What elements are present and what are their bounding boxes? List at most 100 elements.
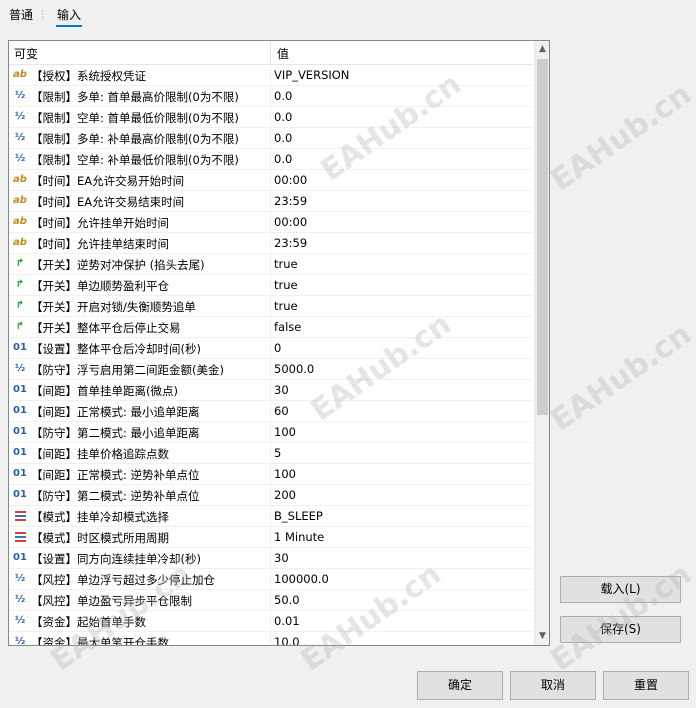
- column-header-value[interactable]: 值: [277, 45, 289, 62]
- column-divider[interactable]: [270, 41, 271, 64]
- table-row[interactable]: 01 【设置】同方向连续挂单冷却(秒) 30: [9, 548, 533, 569]
- parameter-value[interactable]: 10.0: [274, 635, 300, 645]
- reset-button[interactable]: 重置: [603, 671, 689, 700]
- double-type-icon: ½: [14, 363, 26, 374]
- table-row[interactable]: 01 【间距】正常模式: 最小追单距离 60: [9, 401, 533, 422]
- table-row[interactable]: ab 【授权】系统授权凭证 VIP_VERSION: [9, 65, 533, 86]
- table-row[interactable]: ↱ 【开关】整体平仓后停止交易 false: [9, 317, 533, 338]
- parameter-value[interactable]: false: [274, 320, 301, 334]
- parameter-name: 【设置】整体平仓后冷却时间(秒): [31, 342, 201, 356]
- table-row[interactable]: ½ 【防守】浮亏启用第二间距金额(美金) 5000.0: [9, 359, 533, 380]
- parameter-value[interactable]: 100: [274, 425, 296, 439]
- save-button[interactable]: 保存(S): [560, 616, 681, 643]
- parameter-name: 【间距】正常模式: 最小追单距离: [31, 405, 200, 419]
- double-type-icon: ½: [14, 615, 26, 626]
- scrollbar-thumb[interactable]: [537, 59, 548, 415]
- parameter-value[interactable]: true: [274, 278, 298, 292]
- scroll-up-arrow-icon[interactable]: ▲: [535, 41, 549, 58]
- parameter-value[interactable]: 0.0: [274, 89, 292, 103]
- parameter-value[interactable]: 5000.0: [274, 362, 314, 376]
- table-row[interactable]: ½ 【风控】单边浮亏超过多少停止加仓 100000.0: [9, 569, 533, 590]
- parameter-value[interactable]: B_SLEEP: [274, 509, 323, 523]
- cell-divider: [270, 401, 271, 422]
- cell-divider: [270, 338, 271, 359]
- parameter-value[interactable]: 50.0: [274, 593, 300, 607]
- table-row[interactable]: 01 【防守】第二模式: 逆势补单点位 200: [9, 485, 533, 506]
- table-row[interactable]: ½ 【资金】起始首单手数 0.01: [9, 611, 533, 632]
- table-row[interactable]: ↱ 【开关】开启对锁/失衡顺势追单 true: [9, 296, 533, 317]
- parameter-value[interactable]: 0.0: [274, 110, 292, 124]
- parameter-value[interactable]: VIP_VERSION: [274, 68, 349, 82]
- parameter-value[interactable]: 1 Minute: [274, 530, 324, 544]
- scroll-down-arrow-icon[interactable]: ▼: [535, 628, 549, 645]
- table-row[interactable]: ½ 【限制】空单: 补单最低价限制(0为不限) 0.0: [9, 149, 533, 170]
- parameter-name: 【模式】时区模式所用周期: [31, 531, 169, 545]
- integer-type-icon: 01: [13, 468, 27, 479]
- parameter-value[interactable]: 100: [274, 467, 296, 481]
- parameter-value[interactable]: 100000.0: [274, 572, 329, 586]
- parameter-name: 【设置】同方向连续挂单冷却(秒): [31, 552, 201, 566]
- parameter-value[interactable]: 23:59: [274, 236, 307, 250]
- parameter-value[interactable]: 0.0: [274, 131, 292, 145]
- parameter-value[interactable]: 23:59: [274, 194, 307, 208]
- table-row[interactable]: 【模式】时区模式所用周期 1 Minute: [9, 527, 533, 548]
- cell-divider: [270, 317, 271, 338]
- table-row[interactable]: 01 【间距】正常模式: 逆势补单点位 100: [9, 464, 533, 485]
- parameter-value[interactable]: true: [274, 257, 298, 271]
- bool-type-icon: ↱: [15, 258, 25, 269]
- table-row[interactable]: 【模式】挂单冷却模式选择 B_SLEEP: [9, 506, 533, 527]
- cell-divider: [270, 422, 271, 443]
- vertical-scrollbar[interactable]: ▲ ▼: [534, 41, 549, 645]
- table-row[interactable]: ½ 【限制】多单: 首单最高价限制(0为不限) 0.0: [9, 86, 533, 107]
- parameter-name: 【资金】起始首单手数: [31, 615, 146, 629]
- load-button[interactable]: 载入(L): [560, 576, 681, 603]
- parameter-value[interactable]: 60: [274, 404, 289, 418]
- parameter-value[interactable]: 00:00: [274, 173, 307, 187]
- parameter-name: 【限制】空单: 首单最低价限制(0为不限): [31, 111, 239, 125]
- integer-type-icon: 01: [13, 447, 27, 458]
- parameter-name: 【风控】单边浮亏超过多少停止加仓: [31, 573, 215, 587]
- double-type-icon: ½: [14, 132, 26, 143]
- table-row[interactable]: ½ 【风控】单边盈亏异步平仓限制 50.0: [9, 590, 533, 611]
- parameter-value[interactable]: 5: [274, 446, 281, 460]
- parameter-name: 【限制】多单: 补单最高价限制(0为不限): [31, 132, 239, 146]
- table-row[interactable]: ab 【时间】EA允许交易结束时间 23:59: [9, 191, 533, 212]
- parameter-value[interactable]: 0.01: [274, 614, 300, 628]
- parameter-value[interactable]: 0: [274, 341, 281, 355]
- parameter-name: 【时间】允许挂单开始时间: [31, 216, 169, 230]
- table-row[interactable]: ½ 【限制】空单: 首单最低价限制(0为不限) 0.0: [9, 107, 533, 128]
- table-row[interactable]: 01 【设置】整体平仓后冷却时间(秒) 0: [9, 338, 533, 359]
- ok-button[interactable]: 确定: [417, 671, 503, 700]
- parameter-value[interactable]: 30: [274, 551, 289, 565]
- tab-inputs[interactable]: 输入: [55, 6, 83, 27]
- parameter-value[interactable]: 0.0: [274, 152, 292, 166]
- grid-header: 可变 值: [9, 41, 533, 65]
- table-row[interactable]: ↱ 【开关】逆势对冲保护 (掐头去尾) true: [9, 254, 533, 275]
- cell-divider: [270, 65, 271, 86]
- table-row[interactable]: ½ 【限制】多单: 补单最高价限制(0为不限) 0.0: [9, 128, 533, 149]
- bool-type-icon: ↱: [15, 279, 25, 290]
- cancel-button[interactable]: 取消: [510, 671, 596, 700]
- parameter-name: 【防守】浮亏启用第二间距金额(美金): [31, 363, 224, 377]
- parameter-name: 【模式】挂单冷却模式选择: [31, 510, 169, 524]
- table-row[interactable]: ab 【时间】允许挂单开始时间 00:00: [9, 212, 533, 233]
- integer-type-icon: 01: [13, 489, 27, 500]
- parameter-name: 【间距】挂单价格追踪点数: [31, 447, 169, 461]
- parameter-value[interactable]: true: [274, 299, 298, 313]
- parameter-value[interactable]: 00:00: [274, 215, 307, 229]
- tab-common[interactable]: 普通: [9, 6, 33, 23]
- table-row[interactable]: 01 【间距】首单挂单距离(微点) 30: [9, 380, 533, 401]
- table-row[interactable]: ab 【时间】允许挂单结束时间 23:59: [9, 233, 533, 254]
- table-row[interactable]: ½ 【资金】最大单笔开仓手数 10.0: [9, 632, 533, 645]
- table-row[interactable]: 01 【防守】第二模式: 最小追单距离 100: [9, 422, 533, 443]
- cell-divider: [270, 506, 271, 527]
- integer-type-icon: 01: [13, 384, 27, 395]
- table-row[interactable]: ab 【时间】EA允许交易开始时间 00:00: [9, 170, 533, 191]
- parameter-value[interactable]: 30: [274, 383, 289, 397]
- column-header-variable[interactable]: 可变: [14, 45, 38, 62]
- table-row[interactable]: 01 【间距】挂单价格追踪点数 5: [9, 443, 533, 464]
- parameter-name: 【限制】多单: 首单最高价限制(0为不限): [31, 90, 239, 104]
- table-row[interactable]: ↱ 【开关】单边顺势盈利平仓 true: [9, 275, 533, 296]
- parameter-value[interactable]: 200: [274, 488, 296, 502]
- parameter-name: 【时间】允许挂单结束时间: [31, 237, 169, 251]
